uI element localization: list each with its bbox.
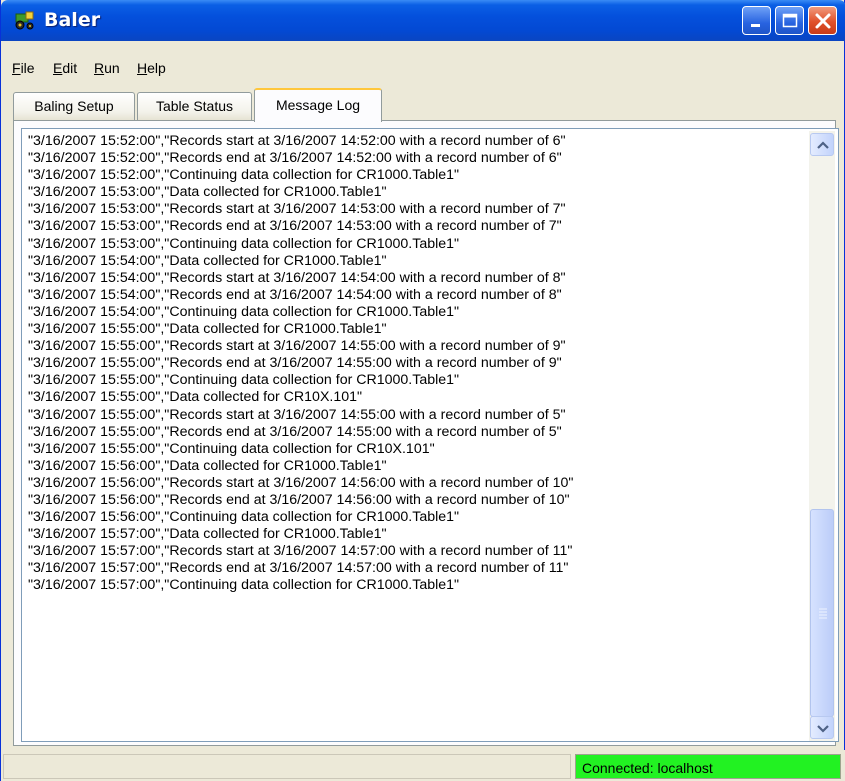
close-button[interactable] [808, 6, 837, 35]
log-line: "3/16/2007 15:56:00","Records start at 3… [28, 474, 574, 491]
scroll-thumb[interactable] [810, 509, 834, 717]
log-line: "3/16/2007 15:53:00","Records end at 3/1… [28, 218, 562, 235]
menu-file-label: ile [20, 60, 35, 76]
log-line: "3/16/2007 15:55:00","Data collected for… [28, 389, 363, 406]
menu-help-label: elp [147, 60, 166, 76]
log-line: "3/16/2007 15:57:00","Data collected for… [28, 526, 387, 543]
log-line: "3/16/2007 15:55:00","Data collected for… [28, 321, 387, 338]
log-line: "3/16/2007 15:54:00","Records start at 3… [28, 269, 566, 286]
log-lines: "3/16/2007 15:52:00","Records start at 3… [28, 133, 808, 595]
tab-label: Table Status [155, 98, 234, 114]
tab-label: Message Log [275, 97, 361, 113]
menu-bar: File Edit Run Help [1, 57, 845, 81]
log-line: "3/16/2007 15:54:00","Records end at 3/1… [28, 286, 562, 303]
menu-run-mnemonic: R [94, 60, 105, 76]
baler-window: Baler File Edit Run Help Baling Setup Ta… [0, 0, 845, 781]
title-bar[interactable]: Baler [1, 0, 845, 41]
baler-tractor-icon [15, 11, 34, 30]
log-line: "3/16/2007 15:55:00","Records end at 3/1… [28, 423, 562, 440]
log-line: "3/16/2007 15:55:00","Records start at 3… [28, 406, 566, 423]
tab-label: Baling Setup [34, 98, 114, 114]
minimize-icon [751, 24, 760, 27]
log-line: "3/16/2007 15:54:00","Data collected for… [28, 252, 387, 269]
menu-edit[interactable]: Edit [53, 60, 77, 76]
maximize-button[interactable] [775, 6, 804, 35]
log-line: "3/16/2007 15:55:00","Records end at 3/1… [28, 355, 562, 372]
vertical-scrollbar[interactable] [809, 131, 835, 741]
log-line: "3/16/2007 15:56:00","Records end at 3/1… [28, 491, 570, 508]
tab-baling-setup[interactable]: Baling Setup [13, 92, 135, 120]
menu-help[interactable]: Help [137, 60, 166, 76]
log-line: "3/16/2007 15:52:00","Continuing data co… [28, 167, 460, 184]
menu-file[interactable]: File [12, 60, 35, 76]
maximize-icon [782, 13, 798, 28]
log-line: "3/16/2007 15:52:00","Records start at 3… [28, 133, 566, 149]
scroll-up-button[interactable] [810, 133, 834, 156]
connection-status-text: Connected: localhost [582, 760, 713, 776]
log-line: "3/16/2007 15:53:00","Data collected for… [28, 184, 387, 201]
log-line: "3/16/2007 15:55:00","Continuing data co… [28, 372, 460, 389]
menu-edit-mnemonic: E [53, 60, 63, 76]
menu-run[interactable]: Run [94, 60, 120, 76]
close-icon [815, 13, 831, 29]
log-line: "3/16/2007 15:56:00","Data collected for… [28, 457, 387, 474]
log-line: "3/16/2007 15:57:00","Continuing data co… [28, 577, 460, 594]
log-line: "3/16/2007 15:55:00","Continuing data co… [28, 440, 435, 457]
log-line: "3/16/2007 15:54:00","Continuing data co… [28, 303, 460, 320]
minimize-button[interactable] [742, 6, 771, 35]
log-line: "3/16/2007 15:57:00","Records end at 3/1… [28, 560, 569, 577]
chevron-down-icon [817, 725, 829, 733]
window-title: Baler [44, 9, 101, 31]
grip-icon [819, 608, 827, 619]
menu-run-label: un [104, 60, 120, 76]
connection-status: Connected: localhost [575, 754, 841, 779]
status-panel-empty [3, 754, 571, 779]
menu-help-mnemonic: H [137, 60, 148, 76]
log-line: "3/16/2007 15:55:00","Records start at 3… [28, 338, 566, 355]
log-line: "3/16/2007 15:53:00","Continuing data co… [28, 235, 460, 252]
log-line: "3/16/2007 15:56:00","Continuing data co… [28, 509, 460, 526]
menu-edit-label: dit [62, 60, 78, 76]
scroll-down-button[interactable] [810, 716, 834, 739]
menu-file-mnemonic: F [12, 60, 21, 76]
log-line: "3/16/2007 15:53:00","Records start at 3… [28, 201, 566, 218]
log-line: "3/16/2007 15:52:00","Records end at 3/1… [28, 150, 562, 167]
tab-table-status[interactable]: Table Status [137, 92, 252, 120]
tab-message-log[interactable]: Message Log [254, 88, 382, 122]
status-bar: Connected: localhost [1, 750, 845, 781]
log-line: "3/16/2007 15:57:00","Records start at 3… [28, 543, 573, 560]
message-log-list[interactable]: "3/16/2007 15:52:00","Records start at 3… [21, 128, 839, 742]
chevron-up-icon [817, 141, 829, 149]
